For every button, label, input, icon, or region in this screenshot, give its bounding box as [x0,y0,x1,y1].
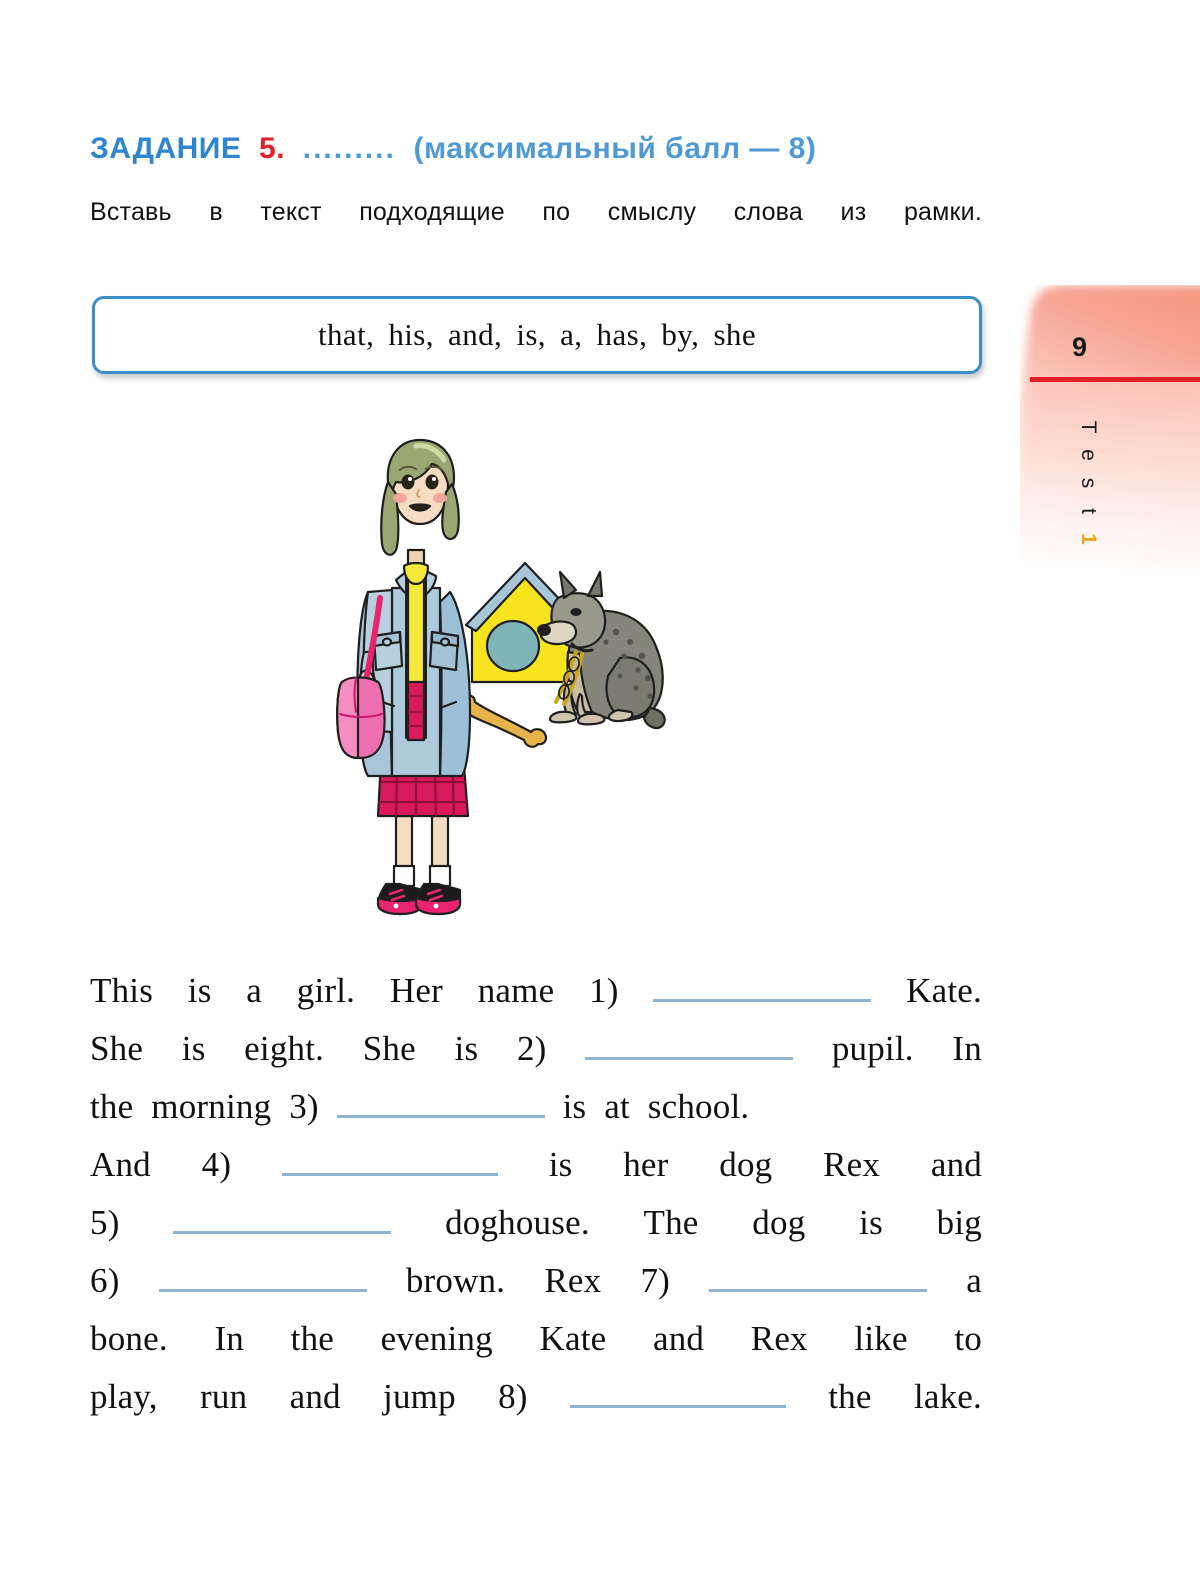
girl-figure [336,438,472,916]
story-word: This [90,971,154,1010]
story-word: and [653,1319,705,1358]
story-word: Rex [544,1261,602,1300]
story-word: 3) [289,1087,319,1126]
story-line: She is eight. She is 2) pupil. In [90,1020,982,1078]
story-word: to [954,1319,982,1358]
story-word: pupil. [831,1029,914,1068]
tab-section-number: 1 [1077,533,1100,545]
story-word: Kate [539,1319,607,1358]
story-line: 6) brown. Rex 7) a [90,1252,982,1310]
story-word: In [952,1029,982,1068]
story-word: is [181,1029,206,1068]
story-word: 1) [589,971,619,1010]
tab-letter-t2: t [1077,508,1100,514]
story-line: And 4) is her dog Rex and [90,1136,982,1194]
story-word: brown. [405,1261,506,1300]
answer-blank[interactable] [569,1375,786,1408]
answer-blank[interactable] [585,1027,794,1060]
task-dots: ......... [302,132,396,165]
task-label: ЗАДАНИЕ [90,132,242,165]
story-word: dog [752,1203,806,1242]
story-word: big [936,1203,982,1242]
story-word: The [643,1203,699,1242]
story-line: This is a girl. Her name 1) Kate. [90,962,982,1020]
page-tab: 9 T e s t 1 [1020,285,1200,585]
story-word: is [548,1145,573,1184]
story-word: a [966,1261,982,1300]
task-number: 5. [259,132,286,165]
story-word: Her [389,971,443,1010]
story-word: She [362,1029,416,1068]
story-word: She [90,1029,144,1068]
story-line: play, run and jump 8) the lake. [90,1368,982,1426]
story-word: dog [719,1145,773,1184]
word-bank-box: that, his, and, is, a, has, by, she [92,296,982,374]
story-word: her [623,1145,669,1184]
story-word: school. [647,1087,750,1126]
tab-letter-e: e [1077,449,1100,461]
answer-blank[interactable] [709,1259,928,1292]
story-word: In [214,1319,244,1358]
story-word: Kate. [906,971,982,1010]
max-score-label: (максимальный балл — 8) [413,132,817,165]
story-word: bone. [90,1319,168,1358]
story-word: doghouse. [445,1203,590,1242]
tab-section-label: T e s t 1 [1068,413,1108,553]
story-word: is [454,1029,479,1068]
page-number: 9 [1072,332,1088,362]
exercise-illustration [320,420,760,940]
tab-letter-s: s [1077,477,1100,489]
story-word: lake. [913,1377,982,1416]
story-word: 6) [90,1261,120,1300]
tab-gradient-bottom [1020,377,1200,577]
story-word: 8) [498,1377,528,1416]
answer-blank[interactable] [653,969,872,1002]
story-line: the morning 3) is at school. [90,1078,982,1136]
story-word: girl. [296,971,356,1010]
answer-blank[interactable] [158,1259,367,1292]
story-word: jump [383,1377,456,1416]
answer-blank[interactable] [336,1085,545,1118]
story-word: run [200,1377,248,1416]
answer-blank[interactable] [281,1143,498,1176]
story-word: a [246,971,263,1010]
fill-in-the-blank-text: This is a girl. Her name 1) Kate. She is eight. She… [90,962,982,1426]
story-word: and [289,1377,341,1416]
tab-rule [1030,377,1200,382]
story-word: morning [151,1087,272,1126]
story-word: is [859,1203,883,1242]
story-word: like [854,1319,908,1358]
story-word: 5) [90,1203,120,1242]
story-word: and [930,1145,982,1184]
story-word: eight. [244,1029,325,1068]
tab-letter-t: T [1077,420,1100,434]
story-word: 4) [201,1145,232,1184]
story-word: the [90,1087,134,1126]
page-title: ЗАДАНИЕ 5. ......... (максимальный балл … [90,132,816,166]
story-word: play, [90,1377,158,1416]
answer-blank[interactable] [173,1201,392,1234]
story-word: evening [380,1319,493,1358]
word-bank-words: that, his, and, is, a, has, by, she [318,317,756,352]
story-word: the [290,1319,334,1358]
story-word: name [477,971,555,1010]
story-line: bone. In the evening Kate and Rex like to [90,1310,982,1368]
story-word: is [187,971,212,1010]
instruction-text: Вставь в текст подходящие по смыслу слов… [90,198,982,226]
story-word: at [604,1087,630,1126]
story-word: Rex [823,1145,881,1184]
story-word: 7) [640,1261,670,1300]
story-word: 2) [516,1029,547,1068]
story-word: the [828,1377,872,1416]
story-word: Rex [750,1319,808,1358]
story-word: And [90,1145,151,1184]
tab-gradient-top [1020,285,1200,515]
story-line: 5) doghouse. The dog is big [90,1194,982,1252]
story-word: is [562,1087,587,1126]
